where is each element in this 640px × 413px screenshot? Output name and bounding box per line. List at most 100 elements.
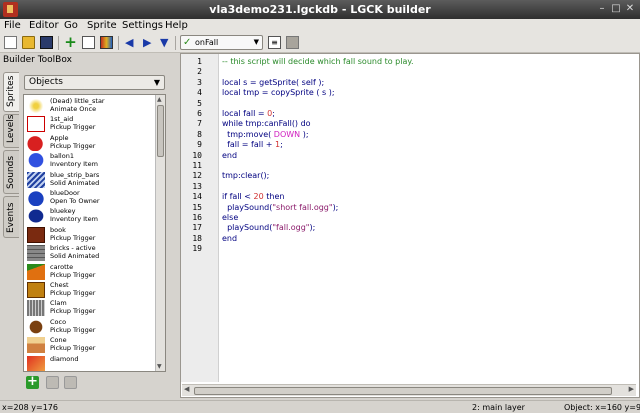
sprite-list[interactable]: (Dead) little_star Animate Once 1st_aid Pic…: [23, 94, 166, 372]
list-item[interactable]: Apple Pickup Trigger: [24, 134, 156, 152]
sprite-type: Inventory Item: [50, 160, 98, 169]
scrollbar-thumb[interactable]: [194, 387, 612, 395]
sprite-thumbnail-icon: [27, 134, 45, 151]
toolbar: + ◀ ▶ ▼ ≡: [0, 33, 640, 53]
sprite-thumbnail-icon: [27, 190, 45, 206]
settings-icon[interactable]: [286, 36, 299, 49]
line-number: 5: [197, 98, 202, 108]
close-icon[interactable]: ✕: [624, 3, 636, 15]
list-item[interactable]: (Dead) little_star Animate Once: [24, 97, 156, 115]
menu-file[interactable]: File: [4, 20, 21, 31]
line-number: 13: [192, 181, 202, 191]
sprite-thumbnail-icon: [27, 245, 45, 262]
sprite-type: Pickup Trigger: [50, 270, 96, 279]
code-line: tmp:move( DOWN );: [222, 129, 309, 139]
code-line: playSound("short fall.ogg");: [222, 203, 338, 212]
code-token: local s = getSprite( self );: [222, 77, 325, 87]
arrow-down-icon[interactable]: ▼: [160, 36, 173, 49]
code-token: -- this script will decide which fall so…: [222, 57, 414, 66]
image-icon[interactable]: [100, 36, 113, 49]
code-line: local s = getSprite( self );: [222, 78, 324, 87]
arrow-right-icon[interactable]: ▶: [143, 36, 156, 49]
tab-sounds[interactable]: Sounds: [3, 150, 19, 194]
menu-go[interactable]: Go: [64, 20, 78, 31]
tab-levels[interactable]: Levels: [3, 114, 19, 148]
sprite-type: Inventory Item: [50, 215, 98, 224]
list-item[interactable]: Chest Pickup Trigger: [24, 281, 156, 299]
text-icon[interactable]: ≡: [268, 36, 281, 49]
list-item[interactable]: Coco Pickup Trigger: [24, 318, 156, 336]
menu-sprite[interactable]: Sprite: [87, 20, 117, 31]
editor-horizontal-scrollbar[interactable]: ◀ ▶: [182, 384, 636, 396]
list-item[interactable]: bluekey Inventory Item: [24, 207, 156, 225]
sprite-type: Solid Animated: [50, 178, 100, 187]
list-item[interactable]: bricks - active Solid Animated: [24, 244, 156, 262]
code-token: end: [222, 150, 238, 160]
code-token: );: [300, 129, 309, 139]
add-icon[interactable]: +: [64, 35, 77, 50]
tab-events[interactable]: Events: [3, 196, 19, 238]
list-item[interactable]: ballon1 Inventory Item: [24, 152, 156, 170]
code-line: local tmp = copySprite ( s );: [222, 88, 335, 97]
maximize-icon[interactable]: □: [610, 3, 622, 15]
code-line: end: [222, 234, 237, 243]
tab-sprites[interactable]: Sprites: [3, 72, 19, 112]
sprite-thumbnail-icon: [27, 337, 45, 354]
line-number: 6: [197, 109, 202, 118]
code-token: else: [222, 213, 239, 222]
sprite-type: Pickup Trigger: [50, 325, 96, 334]
list-item[interactable]: book Pickup Trigger: [24, 226, 156, 244]
list-item[interactable]: 1st_aid Pickup Trigger: [24, 115, 156, 133]
list-item[interactable]: Clam Pickup Trigger: [24, 299, 156, 317]
code-token: end: [222, 233, 238, 243]
object-filter-select[interactable]: Objects ▼: [24, 75, 165, 90]
sprite-thumbnail-icon: [27, 153, 45, 170]
sprite-thumbnail-icon: [27, 300, 45, 317]
code-token: 20: [253, 192, 264, 202]
line-number: 15: [192, 202, 202, 212]
open-folder-icon[interactable]: [22, 36, 35, 49]
sprite-list-scrollbar[interactable]: ▲ ▼: [155, 95, 165, 371]
duplicate-sprite-button[interactable]: [46, 376, 59, 389]
menu-editor[interactable]: Editor: [29, 20, 59, 31]
add-sprite-button[interactable]: +: [26, 375, 39, 389]
sprite-thumbnail-icon: [27, 98, 45, 114]
new-file-icon[interactable]: [4, 36, 17, 49]
list-item[interactable]: Cone Pickup Trigger: [24, 336, 156, 354]
delete-sprite-button[interactable]: [64, 376, 77, 389]
line-number: 18: [192, 233, 202, 243]
sprite-name: Chest: [50, 281, 69, 289]
arrow-left-icon[interactable]: ◀: [125, 36, 138, 49]
mouse-position: x=208 y=176: [2, 403, 58, 412]
scroll-left-icon[interactable]: ◀: [184, 385, 189, 393]
sprite-name: blueDoor: [50, 189, 80, 197]
scrollbar-thumb[interactable]: [157, 105, 164, 157]
sprite-type: Pickup Trigger: [50, 141, 96, 150]
list-item[interactable]: diamond: [24, 355, 156, 371]
sprite-name: (Dead) little_star: [50, 97, 105, 105]
menu-settings[interactable]: Settings: [122, 20, 163, 31]
window-title: vla3demo231.lgckdb - LGCK builder: [209, 3, 431, 16]
sprite-name: book: [50, 225, 66, 234]
action-select[interactable]: ✓ onFall ▼: [180, 35, 263, 50]
scroll-right-icon[interactable]: ▶: [629, 385, 634, 393]
scroll-up-icon[interactable]: ▲: [157, 96, 162, 103]
sprite-name: bluekey: [50, 207, 76, 216]
code-token: ;: [280, 140, 283, 150]
code-token: "short fall.ogg": [272, 202, 333, 212]
chevron-down-icon: ▼: [253, 38, 259, 46]
line-number: 2: [197, 67, 202, 77]
list-item[interactable]: blueDoor Open To Owner: [24, 189, 156, 207]
sprite-name: carotte: [50, 262, 74, 271]
sprite-name: Clam: [50, 299, 67, 308]
minimize-icon[interactable]: –: [596, 3, 608, 15]
list-item[interactable]: blue_strip_bars Solid Animated: [24, 171, 156, 189]
edit-icon[interactable]: [82, 36, 95, 49]
save-icon[interactable]: [40, 36, 53, 49]
scroll-down-icon[interactable]: ▼: [157, 363, 162, 370]
menu-help[interactable]: Help: [165, 20, 188, 31]
line-number: 1: [197, 57, 202, 66]
line-number: 17: [192, 223, 202, 233]
sprite-thumbnail-icon: [27, 171, 45, 188]
list-item[interactable]: carotte Pickup Trigger: [24, 263, 156, 281]
